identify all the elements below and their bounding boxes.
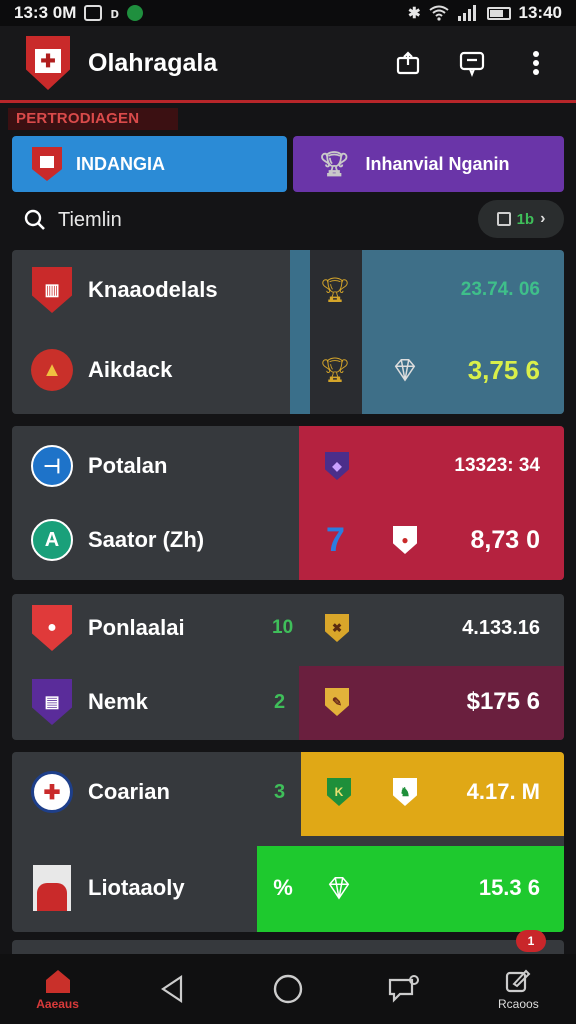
edit-icon	[506, 969, 531, 993]
app-bar: ✚ Olahragala	[0, 26, 576, 100]
club-badge-icon: ✎	[324, 688, 350, 716]
notification-badge: 1	[516, 930, 546, 952]
battery-icon	[486, 6, 511, 20]
match-card[interactable]: ⊣ Potalan ◆ 13323: 34 A Saator (Zh) 7 ● …	[12, 426, 564, 580]
team-name: Nemk	[88, 689, 148, 714]
team-name: Knaaodelals	[88, 277, 218, 302]
trophy-icon: 🏆︎	[319, 276, 351, 304]
nav-back[interactable]	[128, 954, 218, 1024]
bottom-nav: Aaeaus Rcaoos	[0, 954, 576, 1024]
trophy-icon: %	[273, 875, 293, 900]
app-icon	[127, 5, 143, 21]
table-row[interactable]: Liotaaoly % 15.3 6	[12, 848, 564, 928]
club-badge-icon: ●	[392, 526, 418, 554]
app-title: Olahragala	[88, 48, 218, 77]
nav-home[interactable]: Aaeaus	[13, 954, 103, 1024]
tab-bar: INDANGIA 🏆︎ Inhanvial Nganin	[12, 136, 564, 192]
team-crest-icon: ▤	[30, 678, 74, 726]
club-badge-icon: ◆	[324, 452, 350, 480]
filter-button[interactable]: 1b ›	[478, 200, 564, 238]
trophy-icon: 🏆︎	[319, 356, 351, 384]
share-icon[interactable]	[394, 49, 422, 77]
nav-label: Aaeaus	[36, 997, 79, 1011]
status-bar: 13:3 0M ᴅ ✱ 13:40	[0, 0, 576, 26]
team-name: Liotaaoly	[88, 875, 185, 900]
nav-label: Rcaoos	[498, 997, 539, 1011]
home-icon	[45, 970, 70, 993]
match-value: 3,75 6	[467, 354, 540, 385]
chevron-right-icon: ›	[540, 210, 546, 227]
filter-label: 1b	[516, 210, 535, 228]
list-item[interactable]	[12, 940, 564, 954]
table-row[interactable]: ● Ponlaalai 10 ✖ 4.133.16	[12, 594, 564, 668]
crest-icon	[32, 147, 62, 181]
d-icon: ᴅ	[110, 4, 119, 22]
table-row[interactable]: ⊣ Potalan ◆ 13323: 34	[12, 426, 564, 506]
search-row[interactable]: Tiemlin 1b ›	[12, 196, 564, 244]
team-name: Ponlaalai	[88, 615, 185, 640]
filter-icon	[496, 212, 511, 226]
team-name: Saator (Zh)	[88, 527, 205, 552]
nav-circle-home[interactable]	[243, 954, 333, 1024]
team-name: Coarian	[88, 779, 170, 804]
table-row[interactable]: ▤ Nemk 2 ✎ $175 6	[12, 662, 564, 740]
signal-icon	[457, 5, 476, 21]
match-score: 3	[274, 780, 286, 803]
match-value: 4.133.16	[462, 616, 540, 639]
section-tag: PERTRODIAGEN	[8, 108, 178, 130]
wifi-icon	[428, 5, 449, 21]
team-crest-icon: A	[30, 516, 74, 564]
team-crest-icon: ▥	[30, 266, 74, 314]
match-score: 2	[274, 690, 286, 713]
match-value: 13323: 34	[454, 455, 540, 476]
back-icon	[160, 974, 182, 1004]
match-score: 7	[326, 520, 345, 559]
diamond-icon	[326, 874, 352, 902]
table-row[interactable]: ▲ Aikdack 🏆︎ 3,75 6	[12, 330, 564, 410]
table-row[interactable]: ✚ Coarian 3 K ♞ 4.17. M	[12, 752, 564, 832]
nav-edit[interactable]: Rcaoos	[473, 954, 563, 1024]
app-logo: ✚	[26, 36, 70, 90]
header-divider	[0, 100, 576, 103]
table-row[interactable]: ▥ Knaaodelals 🏆︎ 23.74. 06	[12, 250, 564, 330]
status-time-left: 13:3 0M	[14, 3, 77, 22]
match-value: 23.74. 06	[460, 279, 540, 300]
notification-icon	[84, 5, 103, 21]
bluetooth-icon: ✱	[407, 5, 421, 22]
match-card[interactable]: ▥ Knaaodelals 🏆︎ 23.74. 06 ▲ Aikdack 🏆︎ …	[12, 250, 564, 414]
club-badge-icon: K	[326, 778, 352, 806]
diamond-icon	[392, 356, 418, 384]
tab-indangia[interactable]: INDANGIA	[12, 136, 287, 192]
match-card[interactable]: ✚ Coarian 3 K ♞ 4.17. M Liotaaoly % 15.3…	[12, 752, 564, 932]
team-crest-icon: ●	[30, 604, 74, 652]
tab-label: INDANGIA	[76, 153, 165, 174]
nav-chat[interactable]	[358, 954, 448, 1024]
match-value: 4.17. M	[466, 779, 540, 804]
match-value: 15.3 6	[478, 875, 540, 900]
team-crest-icon: ⊣	[30, 442, 74, 490]
match-value: 8,73 0	[470, 525, 540, 554]
team-crest-icon: ▲	[30, 346, 74, 394]
match-card[interactable]: ● Ponlaalai 10 ✖ 4.133.16 ▤ Nemk 2 ✎ $17…	[12, 594, 564, 740]
match-score: 10	[272, 617, 294, 638]
circle-home-icon	[273, 974, 303, 1004]
tab-inhanvial-nganin[interactable]: 🏆︎ Inhanvial Nganin	[293, 136, 564, 192]
message-icon[interactable]	[458, 49, 486, 77]
table-row[interactable]: A Saator (Zh) 7 ● 8,73 0	[12, 500, 564, 580]
club-badge-icon: ♞	[392, 778, 418, 806]
player-avatar	[30, 864, 74, 912]
club-badge-icon: ✖	[324, 614, 350, 642]
search-input[interactable]: Tiemlin	[58, 209, 122, 232]
chat-icon	[389, 975, 420, 1003]
team-crest-icon: ✚	[30, 768, 74, 816]
team-name: Potalan	[88, 453, 168, 478]
more-icon[interactable]	[522, 49, 550, 77]
tab-label: Inhanvial Nganin	[365, 153, 510, 174]
status-time-right: 13:40	[518, 3, 562, 22]
trophy-icon: 🏆︎	[319, 150, 350, 178]
match-value: $175 6	[466, 688, 540, 715]
team-name: Aikdack	[88, 357, 173, 382]
search-icon	[24, 209, 45, 230]
